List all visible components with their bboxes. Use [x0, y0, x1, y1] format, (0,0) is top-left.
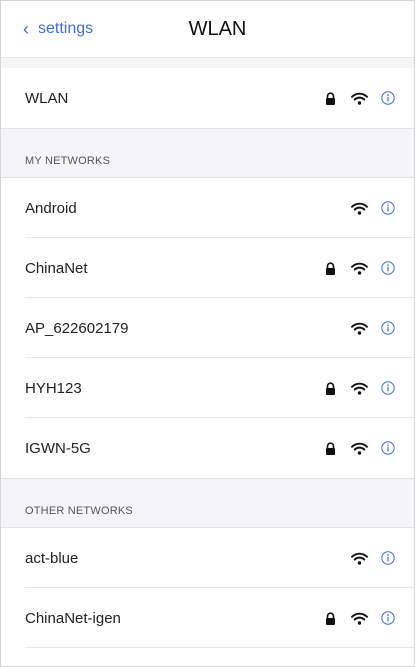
network-icons — [323, 441, 396, 455]
page-title: WLAN — [188, 17, 247, 40]
top-spacer — [1, 58, 414, 68]
network-name: act-blue — [25, 549, 79, 567]
network-icons — [350, 201, 396, 215]
network-icons — [323, 91, 396, 105]
network-name: HYH123 — [25, 379, 82, 397]
network-row-ap-622602179[interactable]: AP_622602179 — [1, 298, 414, 358]
lock-icon — [323, 441, 337, 455]
wifi-icon — [350, 382, 368, 395]
lock-icon — [323, 381, 337, 395]
other-networks-list: act-blue ChinaNet-igen — [1, 528, 414, 648]
row-separator — [25, 647, 414, 648]
info-icon[interactable] — [380, 551, 396, 565]
wifi-icon — [350, 322, 368, 335]
wifi-icon — [350, 262, 368, 275]
network-name: ChinaNet — [25, 259, 88, 277]
wifi-icon — [350, 552, 368, 565]
network-name: ChinaNet-igen — [25, 609, 121, 627]
section-header-my-networks: MY NETWORKS — [1, 128, 414, 178]
network-row-chinanet-igen[interactable]: ChinaNet-igen — [1, 588, 414, 648]
wlan-toggle-label: WLAN — [25, 89, 69, 107]
lock-icon — [323, 261, 337, 275]
info-icon[interactable] — [380, 611, 396, 625]
wifi-icon — [350, 442, 368, 455]
wifi-icon — [350, 612, 368, 625]
lock-icon — [323, 91, 337, 105]
info-icon[interactable] — [380, 91, 396, 105]
wifi-icon — [350, 92, 368, 105]
network-row-act-blue[interactable]: act-blue — [1, 528, 414, 588]
network-icons — [350, 551, 396, 565]
network-row-android[interactable]: Android — [1, 178, 414, 238]
info-icon[interactable] — [380, 381, 396, 395]
network-row-igwn-5g[interactable]: IGWN-5G — [1, 418, 414, 478]
network-icons — [323, 381, 396, 395]
section-header-other-networks: OTHER NETWORKS — [1, 478, 414, 528]
network-icons — [350, 321, 396, 335]
network-row-hyh123[interactable]: HYH123 — [1, 358, 414, 418]
network-name: Android — [25, 199, 77, 217]
wifi-icon — [350, 202, 368, 215]
network-row-chinanet[interactable]: ChinaNet — [1, 238, 414, 298]
info-icon[interactable] — [380, 201, 396, 215]
lock-icon — [323, 611, 337, 625]
network-icons — [323, 261, 396, 275]
navigation-bar: ‹ settings WLAN — [1, 1, 414, 58]
my-networks-list: Android ChinaNet AP_622602179 HYH123 IGW… — [1, 178, 414, 478]
info-icon[interactable] — [380, 321, 396, 335]
info-icon[interactable] — [380, 441, 396, 455]
info-icon[interactable] — [380, 261, 396, 275]
network-name: AP_622602179 — [25, 319, 129, 337]
network-name: IGWN-5G — [25, 439, 91, 457]
wlan-screen: ‹ settings WLAN WLAN MY NETWORKS Android — [0, 0, 415, 667]
wlan-toggle-row[interactable]: WLAN — [1, 68, 414, 128]
network-icons — [323, 611, 396, 625]
